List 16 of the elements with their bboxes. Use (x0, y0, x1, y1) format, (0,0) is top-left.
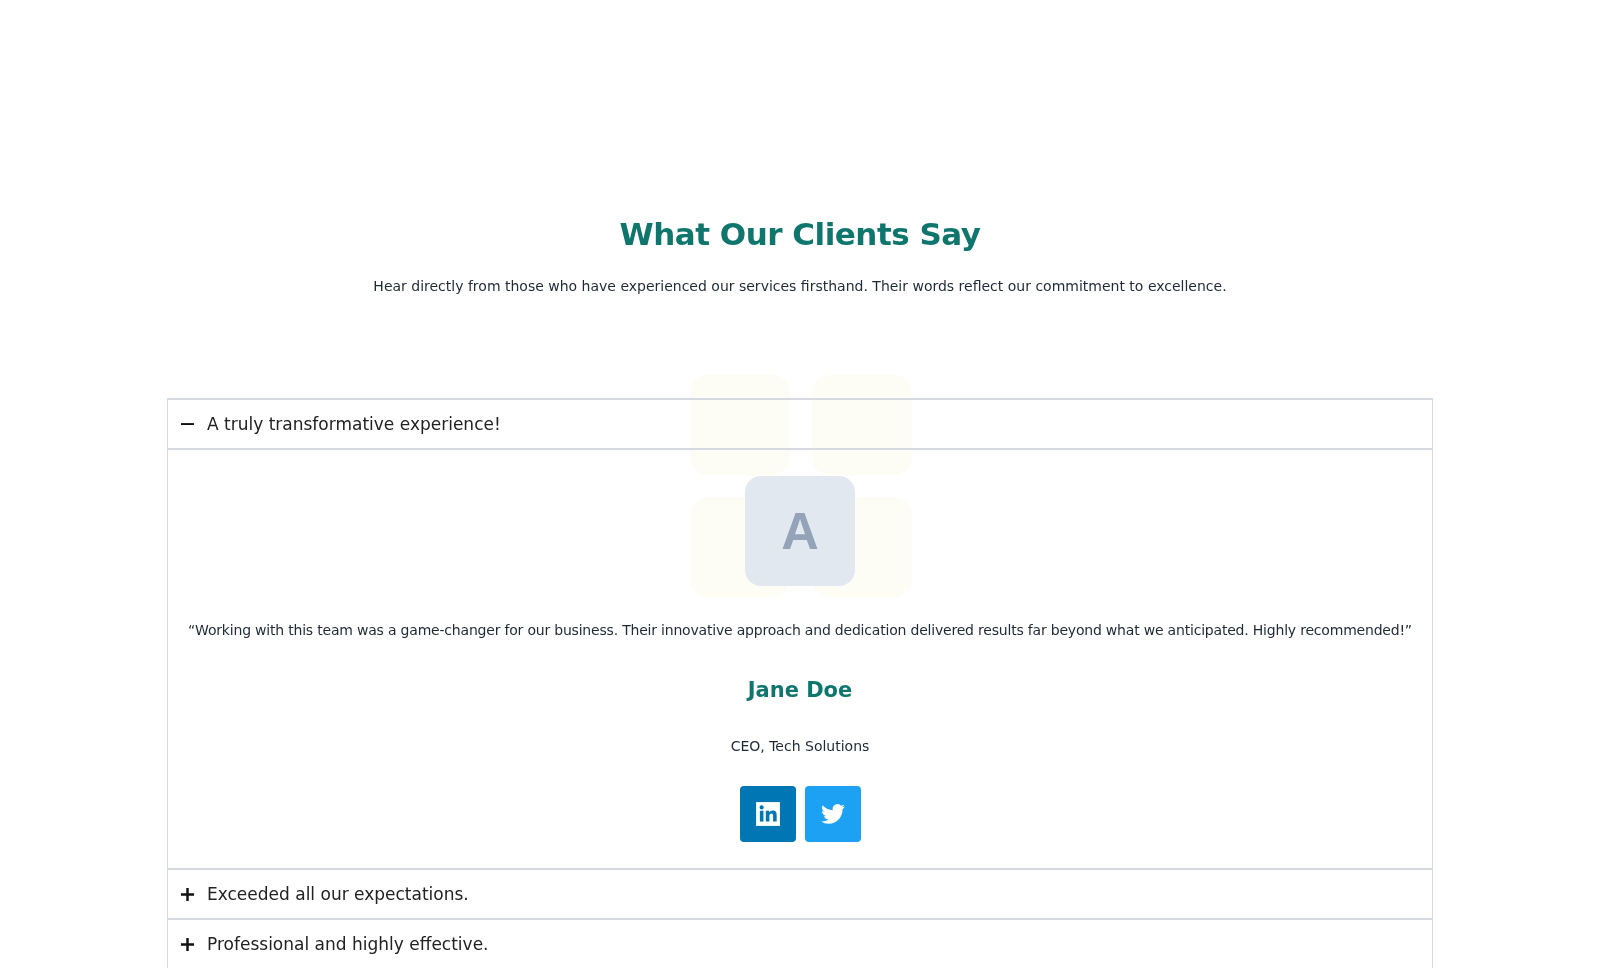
twitter-button[interactable] (804, 786, 861, 842)
linkedin-button[interactable] (739, 786, 796, 842)
avatar: A (745, 476, 855, 586)
bird-icon (819, 801, 846, 827)
plus-icon (180, 936, 195, 952)
section-heading: What Our Clients Say (618, 216, 982, 252)
section-description: Hear directly from those who have experienced our services firsthand. Their words reflect our commitment to excellence. (372, 278, 1228, 294)
linkedin-icon (754, 801, 781, 827)
accordion-header[interactable]: A truly transformative experience! (168, 400, 1432, 448)
testimonial-quote: “Working with this team was a game-changer for our business. Their innovative approach and dedication delivered results far beyond what we anticipated. Highly recommended!” (188, 622, 1412, 638)
minus-icon (180, 422, 195, 426)
client-role: CEO, Tech Solutions (730, 738, 870, 754)
plus-icon (180, 886, 195, 902)
client-name: Jane Doe (747, 678, 853, 702)
accordion-header[interactable]: Professional and highly effective. (168, 920, 1432, 968)
accordion-header[interactable]: Exceeded all our expectations. (168, 870, 1432, 918)
